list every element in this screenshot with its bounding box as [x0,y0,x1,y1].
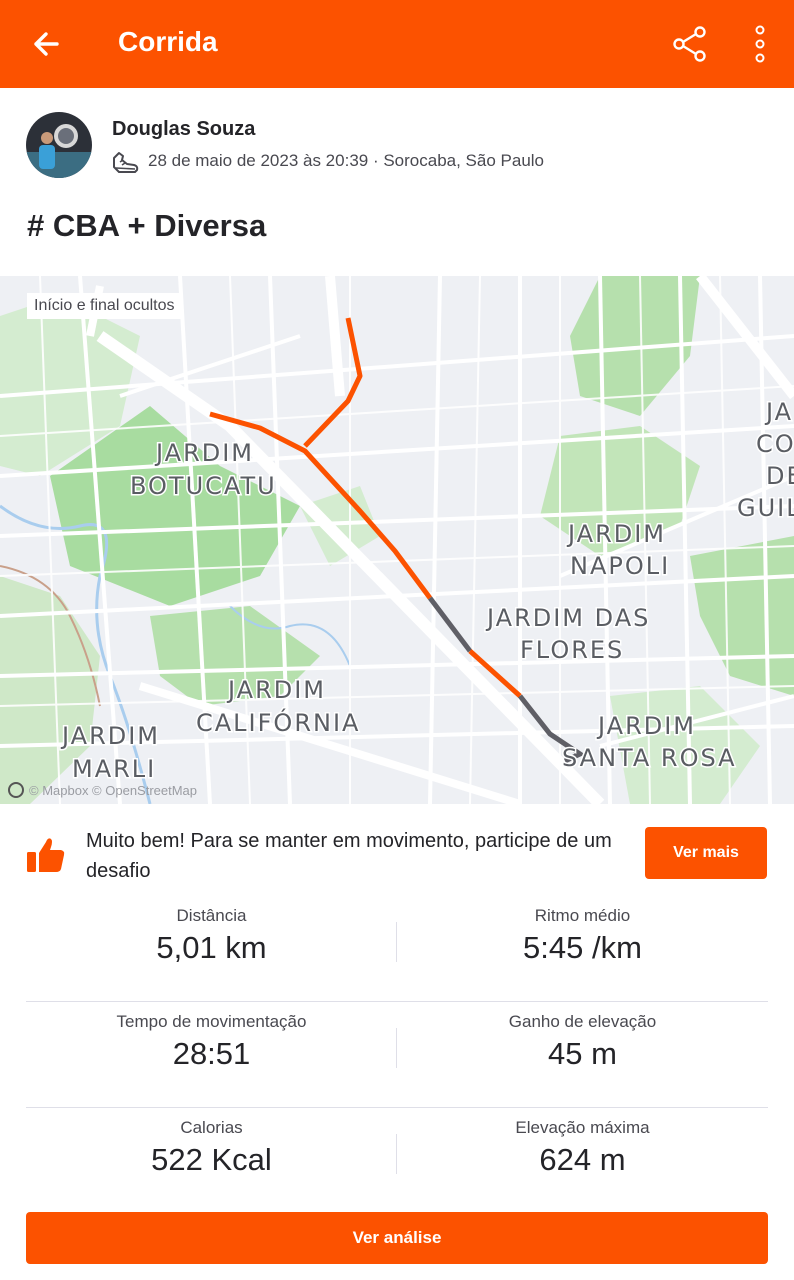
map-label-napoli-2: NAPOLI [570,552,670,580]
stat-value: 45 m [548,1036,617,1071]
map-label-santa-rosa-1: JARDIM [596,712,696,740]
app-bar: Corrida [0,0,794,88]
stat-label: Ritmo médio [534,906,631,925]
map-label-guil-1: JA [764,398,793,426]
activity-header: Douglas Souza 28 de maio de 2023 às 20:3… [0,88,794,276]
stat-value: 28:51 [172,1036,251,1071]
map-label-guil-3: DE [766,462,794,490]
running-shoe-icon [113,152,139,173]
stat-value: 5:45 /km [523,930,642,965]
route-map[interactable]: JARDIM BOTUCATU JARDIM NAPOLI JARDIM DAS… [0,276,794,804]
activity-date-location: 28 de maio de 2023 às 20:39 · Sorocaba, … [148,151,545,170]
activity-title: # CBA + Diversa [27,208,267,243]
stat-value: 624 m [539,1142,626,1177]
stats-grid: Distância 5,01 km Ritmo médio 5:45 /km T… [26,896,768,1214]
stat-value: 5,01 km [156,930,267,965]
arrow-left-icon [34,32,59,56]
map-label-santa-rosa-2: SANTA ROSA [562,744,737,772]
share-button[interactable] [664,18,716,70]
challenge-promo: Muito bem! Para se manter em movimento, … [0,804,794,894]
stat-max-elevation: Elevação máxima 624 m [397,1108,768,1214]
athlete-name[interactable]: Douglas Souza [112,118,255,141]
stats-row: Distância 5,01 km Ritmo médio 5:45 /km [26,896,768,1002]
avatar[interactable] [26,112,92,178]
map-label-napoli-1: JARDIM [566,520,666,548]
stat-label: Elevação máxima [515,1118,650,1137]
map-label-guil-2: CO [756,430,794,458]
stat-distance: Distância 5,01 km [26,896,397,1002]
stat-avg-pace: Ritmo médio 5:45 /km [397,896,768,1002]
map-canvas: JARDIM BOTUCATU JARDIM NAPOLI JARDIM DAS… [0,276,794,804]
stat-value: 522 Kcal [151,1142,272,1177]
privacy-badge: Início e final ocultos [27,293,182,319]
map-label-california-2: CALIFÓRNIA [196,707,360,737]
map-label-marli-2: MARLI [72,755,156,783]
map-attribution[interactable]: © Mapbox © OpenStreetMap [8,782,197,798]
back-button[interactable] [24,22,68,66]
view-analysis-button[interactable]: Ver análise [26,1212,768,1264]
map-label-guil-4: GUIL [737,494,794,522]
share-icon [673,26,706,62]
map-label-botucatu-1: JARDIM [154,439,254,467]
stat-label: Distância [176,906,247,925]
page-title: Corrida [118,26,218,57]
map-label-botucatu-2: BOTUCATU [130,472,277,500]
stats-row: Tempo de movimentação 28:51 Ganho de ele… [26,1002,768,1108]
stat-calories: Calorias 522 Kcal [26,1108,397,1214]
map-label-marli-1: JARDIM [60,722,160,750]
promo-text: Muito bem! Para se manter em movimento, … [86,830,612,882]
map-label-flores-2: FLORES [520,636,624,664]
stat-label: Ganho de elevação [508,1012,657,1031]
stat-moving-time: Tempo de movimentação 28:51 [26,1002,397,1108]
mapbox-logo-icon [8,782,24,798]
map-label-california-1: JARDIM [226,676,326,704]
stats-row: Calorias 522 Kcal Elevação máxima 624 m [26,1108,768,1214]
map-label-flores-1: JARDIM DAS [485,604,650,632]
stat-label: Calorias [180,1118,243,1137]
stat-label: Tempo de movimentação [116,1012,307,1031]
attribution-text: © Mapbox © OpenStreetMap [29,782,198,798]
more-options-button[interactable] [740,18,780,70]
stat-elevation-gain: Ganho de elevação 45 m [397,1002,768,1108]
see-more-button[interactable]: Ver mais [645,827,767,879]
thumbs-up-icon [27,838,65,872]
more-vertical-icon [755,25,765,63]
